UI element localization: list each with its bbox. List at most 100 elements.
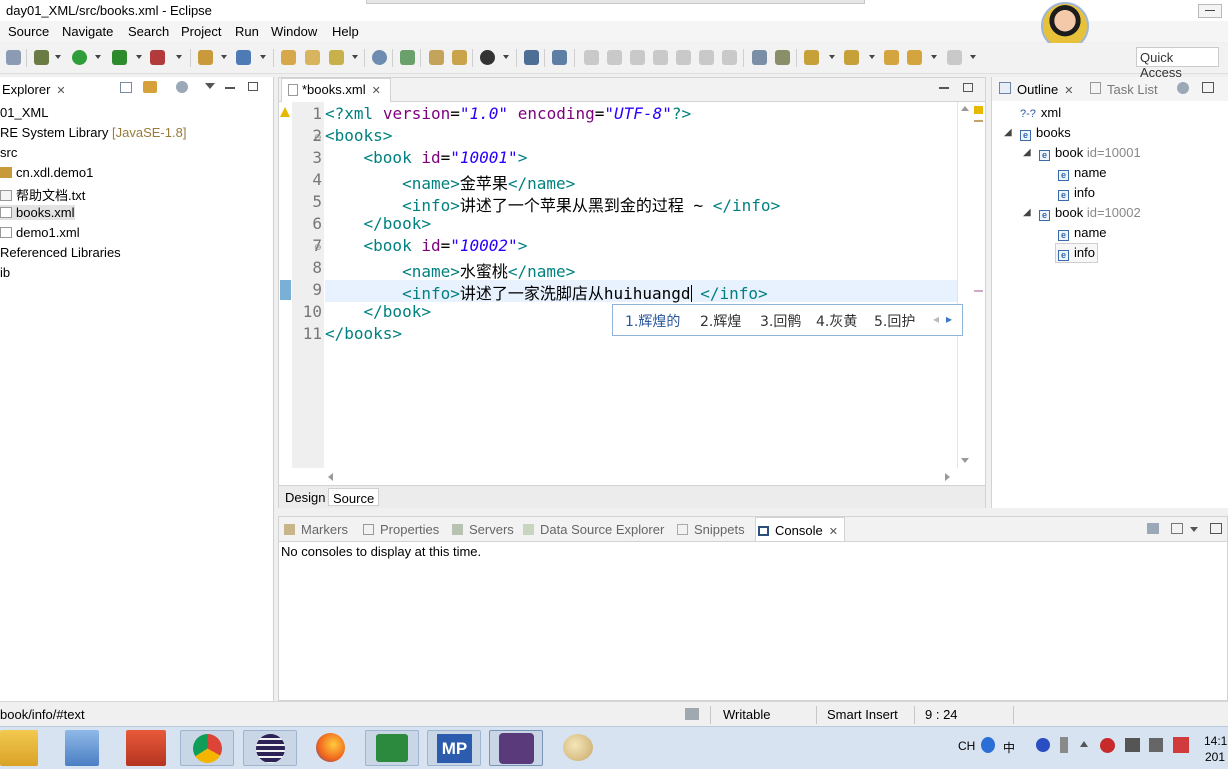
scroll-down-icon[interactable]: [961, 458, 969, 463]
recording-tray-icon[interactable]: [1173, 737, 1189, 753]
expand-toggle-icon[interactable]: ◢: [1023, 147, 1031, 158]
volume-icon[interactable]: [1149, 738, 1163, 752]
external-tools-icon[interactable]: [150, 50, 165, 65]
tree-item-src[interactable]: src: [0, 145, 17, 160]
horizontal-scrollbar[interactable]: [325, 470, 957, 484]
candidate-4[interactable]: 4.灰黄: [816, 311, 857, 331]
close-icon[interactable]: ✕: [829, 526, 838, 538]
tab-servers[interactable]: Servers: [452, 522, 514, 537]
prev-page-icon[interactable]: ◂: [933, 312, 939, 326]
tab-properties[interactable]: Properties: [363, 522, 439, 537]
menu-help[interactable]: Help: [332, 24, 359, 39]
menu-navigate[interactable]: Navigate: [62, 24, 113, 39]
filter-icon[interactable]: [1177, 82, 1189, 94]
search-tool-icon[interactable]: [329, 50, 344, 65]
expand-toggle-icon[interactable]: ◢: [1004, 127, 1012, 138]
new-window-icon[interactable]: [6, 50, 21, 65]
display-console-icon[interactable]: [1147, 523, 1159, 534]
candidate-1[interactable]: 1.辉煌的: [625, 311, 680, 331]
next-page-icon[interactable]: ▸: [946, 312, 952, 326]
firefox-taskbar-button[interactable]: [304, 730, 358, 766]
menu-source[interactable]: Source: [8, 24, 49, 39]
run-server-icon[interactable]: [112, 50, 127, 65]
word-wrap-icon[interactable]: [752, 50, 767, 65]
view-menu-icon[interactable]: [205, 83, 215, 89]
filter-icon[interactable]: [176, 81, 188, 93]
scroll-left-icon[interactable]: [328, 473, 333, 481]
outline-node-book-10001[interactable]: e book id=10001: [1039, 145, 1141, 161]
close-icon[interactable]: ✕: [56, 85, 65, 97]
link-editor-icon[interactable]: [143, 81, 157, 93]
outline-node-book-10002[interactable]: e book id=10002: [1039, 205, 1141, 221]
scroll-up-icon[interactable]: [961, 106, 969, 111]
ime-mode[interactable]: 中: [1003, 739, 1015, 756]
javaee-ide-taskbar-button[interactable]: [489, 730, 543, 766]
quick-access-input[interactable]: Quick Access: [1136, 47, 1219, 80]
outline-node-name[interactable]: e name: [1058, 225, 1107, 241]
run-icon[interactable]: [72, 50, 87, 65]
close-icon[interactable]: ✕: [372, 85, 381, 97]
tab-source[interactable]: Source: [328, 488, 380, 506]
notes-app-icon[interactable]: [126, 730, 166, 766]
previous-annotation-icon[interactable]: [844, 50, 859, 65]
candidate-2[interactable]: 2.辉煌: [700, 311, 741, 331]
toggle-mark-icon[interactable]: [524, 50, 539, 65]
media-player-icon[interactable]: [65, 730, 99, 766]
security-tray-icon[interactable]: [1100, 738, 1115, 753]
expand-toggle-icon[interactable]: ◢: [1023, 207, 1031, 218]
paint-taskbar-button[interactable]: [551, 730, 605, 766]
tab-task-list[interactable]: Task List: [1107, 82, 1158, 97]
last-edit-icon[interactable]: [884, 50, 899, 65]
clock-date[interactable]: 201: [1205, 750, 1225, 764]
open-folder-icon[interactable]: [305, 50, 320, 65]
tab-markers[interactable]: Markers: [284, 522, 348, 537]
xml-build-icon[interactable]: [429, 50, 444, 65]
outline-node-name[interactable]: e name: [1058, 165, 1107, 181]
fold-toggle-icon[interactable]: ⊖: [314, 132, 322, 143]
globe-icon[interactable]: [372, 50, 387, 65]
outline-node-xml[interactable]: ?-? xml: [1020, 105, 1061, 120]
network-icon[interactable]: [1125, 738, 1140, 752]
outline-node-info[interactable]: e info: [1058, 185, 1095, 201]
candidate-5[interactable]: 5.回护: [874, 311, 915, 331]
mp-taskbar-button[interactable]: MP: [427, 730, 481, 766]
xml-validate-icon[interactable]: [452, 50, 467, 65]
menu-run[interactable]: Run: [235, 24, 259, 39]
fold-toggle-icon[interactable]: ⊖: [314, 242, 322, 253]
help-icon[interactable]: [1036, 738, 1050, 752]
outline-node-info-selected[interactable]: e info: [1055, 243, 1098, 263]
tree-item-referenced-libraries[interactable]: Referenced Libraries: [0, 245, 121, 260]
scroll-right-icon[interactable]: [945, 473, 950, 481]
minimize-view-icon[interactable]: [225, 87, 235, 89]
menu-search[interactable]: Search: [128, 24, 169, 39]
tree-item-project[interactable]: 01_XML: [0, 105, 48, 120]
view-menu-icon[interactable]: [1190, 527, 1198, 532]
qq-input-icon[interactable]: [981, 737, 995, 753]
clock-time[interactable]: 14:1: [1204, 734, 1227, 748]
new-java-class-icon[interactable]: [236, 50, 251, 65]
tree-item-help-txt[interactable]: 帮助文档.txt: [0, 185, 85, 204]
tree-item-lib[interactable]: ib: [0, 265, 10, 280]
menu-window[interactable]: Window: [271, 24, 317, 39]
maximize-editor-icon[interactable]: [963, 83, 973, 92]
new-server-icon[interactable]: [198, 50, 213, 65]
skip-breakpoints-icon[interactable]: [552, 50, 567, 65]
maximize-view-icon[interactable]: [1210, 523, 1222, 534]
memory-icon[interactable]: [685, 708, 699, 720]
show-whitespace-icon[interactable]: [775, 50, 790, 65]
tab-console[interactable]: Console ✕: [755, 517, 845, 541]
outline-node-books[interactable]: e books: [1020, 125, 1071, 141]
chrome-taskbar-button[interactable]: [180, 730, 234, 766]
open-console-icon[interactable]: [1171, 523, 1183, 534]
minimize-editor-icon[interactable]: [939, 87, 949, 89]
vertical-scrollbar[interactable]: [957, 102, 974, 468]
menu-project[interactable]: Project: [181, 24, 221, 39]
tree-item-demo1-xml[interactable]: demo1.xml: [0, 225, 80, 240]
tray-expand-icon[interactable]: [1080, 741, 1088, 747]
code-area[interactable]: <?xml version="1.0" encoding="UTF-8"?> <…: [325, 102, 957, 468]
tree-item-package[interactable]: cn.xdl.demo1: [0, 165, 93, 180]
tree-item-books-xml[interactable]: books.xml: [0, 205, 75, 220]
close-icon[interactable]: ✕: [1064, 85, 1073, 97]
minimize-button[interactable]: [1198, 4, 1222, 18]
open-type-icon[interactable]: [281, 50, 296, 65]
